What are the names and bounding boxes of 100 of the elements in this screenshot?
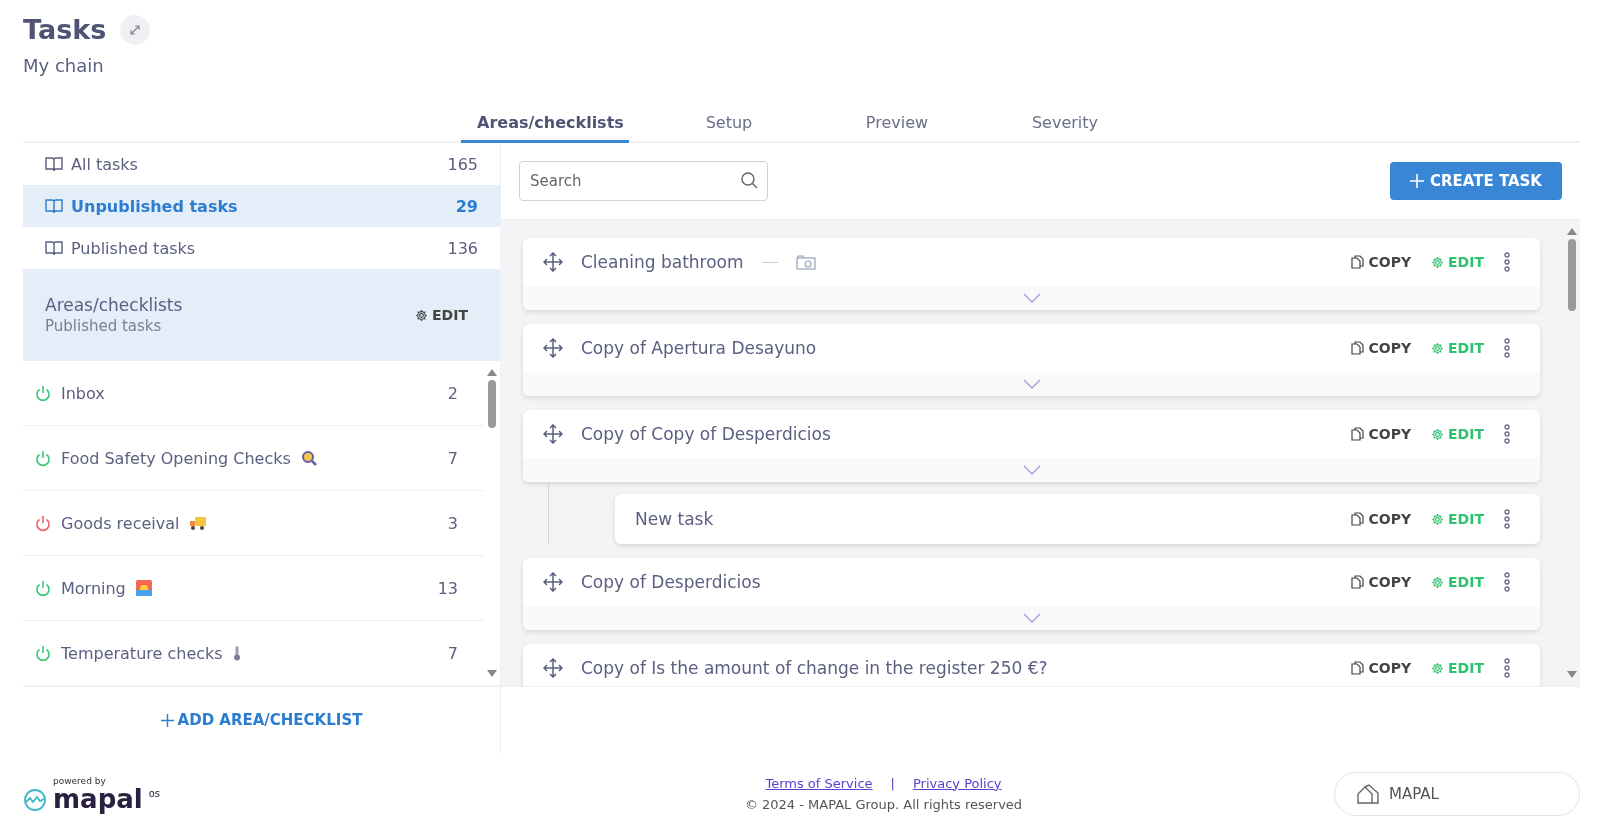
- more-icon[interactable]: [1504, 658, 1510, 678]
- more-icon[interactable]: [1504, 572, 1510, 592]
- scroll-down-arrow-icon[interactable]: [487, 670, 497, 677]
- task-title: Copy of Copy of Desperdicios: [581, 424, 831, 444]
- move-icon[interactable]: [543, 658, 563, 678]
- scroll-down-arrow-icon[interactable]: [1567, 671, 1577, 678]
- page-subtitle: My chain: [23, 55, 105, 76]
- move-icon[interactable]: [543, 424, 563, 444]
- filter-count: 165: [447, 154, 478, 174]
- edit-button[interactable]: EDIT: [415, 307, 468, 323]
- scroll-up-arrow-icon[interactable]: [1567, 228, 1577, 235]
- home-icon: [1357, 783, 1379, 804]
- copyright-text: © 2024 - MAPAL Group. All rights reserved: [744, 796, 1023, 812]
- copy-button[interactable]: COPY: [1351, 426, 1412, 442]
- terms-link[interactable]: Terms of Service: [765, 775, 873, 791]
- areas-title: Areas/checklists: [45, 295, 184, 315]
- tab[interactable]: Setup: [679, 113, 779, 143]
- filter-count: 136: [447, 238, 478, 258]
- copy-icon: [1351, 512, 1365, 526]
- book-icon: [45, 156, 63, 172]
- page-title: Tasks: [23, 14, 107, 45]
- more-icon[interactable]: [1504, 424, 1510, 444]
- wave-logo-icon: [23, 787, 47, 812]
- create-task-button[interactable]: CREATE TASK: [1389, 162, 1562, 200]
- area-name: Morning: [61, 578, 126, 598]
- copy-button[interactable]: COPY: [1351, 254, 1412, 270]
- truck-icon: [189, 515, 208, 531]
- task-title: Copy of Apertura Desayuno: [581, 338, 817, 358]
- gear-icon: [1431, 661, 1445, 675]
- expand-icon: [129, 23, 142, 36]
- more-icon[interactable]: [1504, 252, 1510, 272]
- task-card[interactable]: New task COPY EDIT: [615, 494, 1540, 544]
- add-area-button[interactable]: ADD AREA/CHECKLIST: [160, 711, 363, 729]
- task-card[interactable]: Copy of Desperdicios COPY EDIT: [523, 558, 1540, 630]
- copy-button[interactable]: COPY: [1351, 340, 1412, 356]
- area-count: 13: [437, 578, 458, 598]
- copy-button[interactable]: COPY: [1351, 660, 1412, 676]
- copy-icon: [1351, 575, 1365, 589]
- tab[interactable]: Preview: [847, 113, 947, 143]
- gear-icon: [1431, 427, 1445, 441]
- gear-icon: [1431, 341, 1445, 355]
- task-card[interactable]: Copy of Is the amount of change in the register 250 €? COPY EDIT: [523, 644, 1540, 686]
- area-name: Food Safety Opening Checks: [61, 448, 291, 468]
- move-icon[interactable]: [543, 338, 563, 358]
- move-icon[interactable]: [543, 572, 563, 592]
- scroll-up-arrow-icon[interactable]: [487, 369, 497, 376]
- copy-icon: [1351, 427, 1365, 441]
- gear-icon: [1431, 255, 1445, 269]
- task-title: New task: [635, 509, 714, 529]
- book-icon: [45, 198, 63, 214]
- area-name: Goods receival: [61, 513, 180, 533]
- area-name: Temperature checks: [61, 643, 223, 663]
- link-separator: |: [890, 775, 895, 791]
- magnifier-icon: [300, 450, 317, 466]
- more-icon[interactable]: [1504, 338, 1510, 358]
- task-card[interactable]: Copy of Apertura Desayuno COPY EDIT: [523, 324, 1540, 396]
- search-icon: [741, 172, 758, 189]
- area-item[interactable]: Food Safety Opening Checks 7: [23, 426, 484, 491]
- privacy-link[interactable]: Privacy Policy: [912, 775, 1002, 791]
- brand-name: mapal: [53, 785, 143, 812]
- gear-icon: [1431, 575, 1445, 589]
- thermometer-icon: [232, 645, 241, 661]
- tab[interactable]: Severity: [1015, 113, 1115, 143]
- copy-button[interactable]: COPY: [1351, 574, 1412, 590]
- area-item[interactable]: Temperature checks 7: [23, 621, 484, 686]
- filter-item[interactable]: Unpublished tasks 29: [23, 185, 500, 227]
- area-count: 2: [447, 383, 458, 403]
- copy-icon: [1351, 255, 1365, 269]
- area-name: Inbox: [61, 383, 105, 403]
- task-card[interactable]: Copy of Copy of Desperdicios COPY EDIT: [523, 410, 1540, 482]
- area-item[interactable]: Goods receival 3: [23, 491, 484, 556]
- task-title: Copy of Desperdicios: [581, 572, 761, 592]
- copy-button[interactable]: COPY: [1351, 511, 1412, 527]
- copy-icon: [1351, 661, 1365, 675]
- filter-label: All tasks: [71, 154, 138, 174]
- gear-icon: [1431, 512, 1445, 526]
- filter-label: Published tasks: [71, 238, 196, 258]
- more-icon[interactable]: [1504, 509, 1510, 529]
- powered-by-text: powered by: [53, 775, 107, 786]
- organization-button[interactable]: MAPAL: [1334, 771, 1580, 816]
- task-card[interactable]: Cleaning bathroom COPY EDIT: [523, 238, 1540, 310]
- brand-suffix: os: [148, 788, 161, 799]
- scrollbar-thumb[interactable]: [1568, 239, 1576, 311]
- move-icon[interactable]: [543, 252, 563, 272]
- plus-icon: [160, 713, 174, 727]
- plus-icon: [1409, 174, 1424, 188]
- area-count: 7: [447, 448, 458, 468]
- area-item[interactable]: Inbox 2: [23, 361, 484, 426]
- area-count: 3: [447, 513, 458, 533]
- photo-icon: [795, 254, 816, 270]
- scrollbar-thumb[interactable]: [488, 380, 496, 428]
- search-field[interactable]: Search: [519, 161, 768, 201]
- gear-icon: [415, 308, 429, 322]
- filter-label: Unpublished tasks: [71, 196, 238, 216]
- book-icon: [45, 240, 63, 256]
- filter-count: 29: [455, 196, 478, 216]
- area-item[interactable]: Morning 13: [23, 556, 484, 621]
- sunrise-icon: [135, 580, 152, 596]
- area-count: 7: [447, 643, 458, 663]
- areas-subtitle: Published tasks: [45, 317, 163, 335]
